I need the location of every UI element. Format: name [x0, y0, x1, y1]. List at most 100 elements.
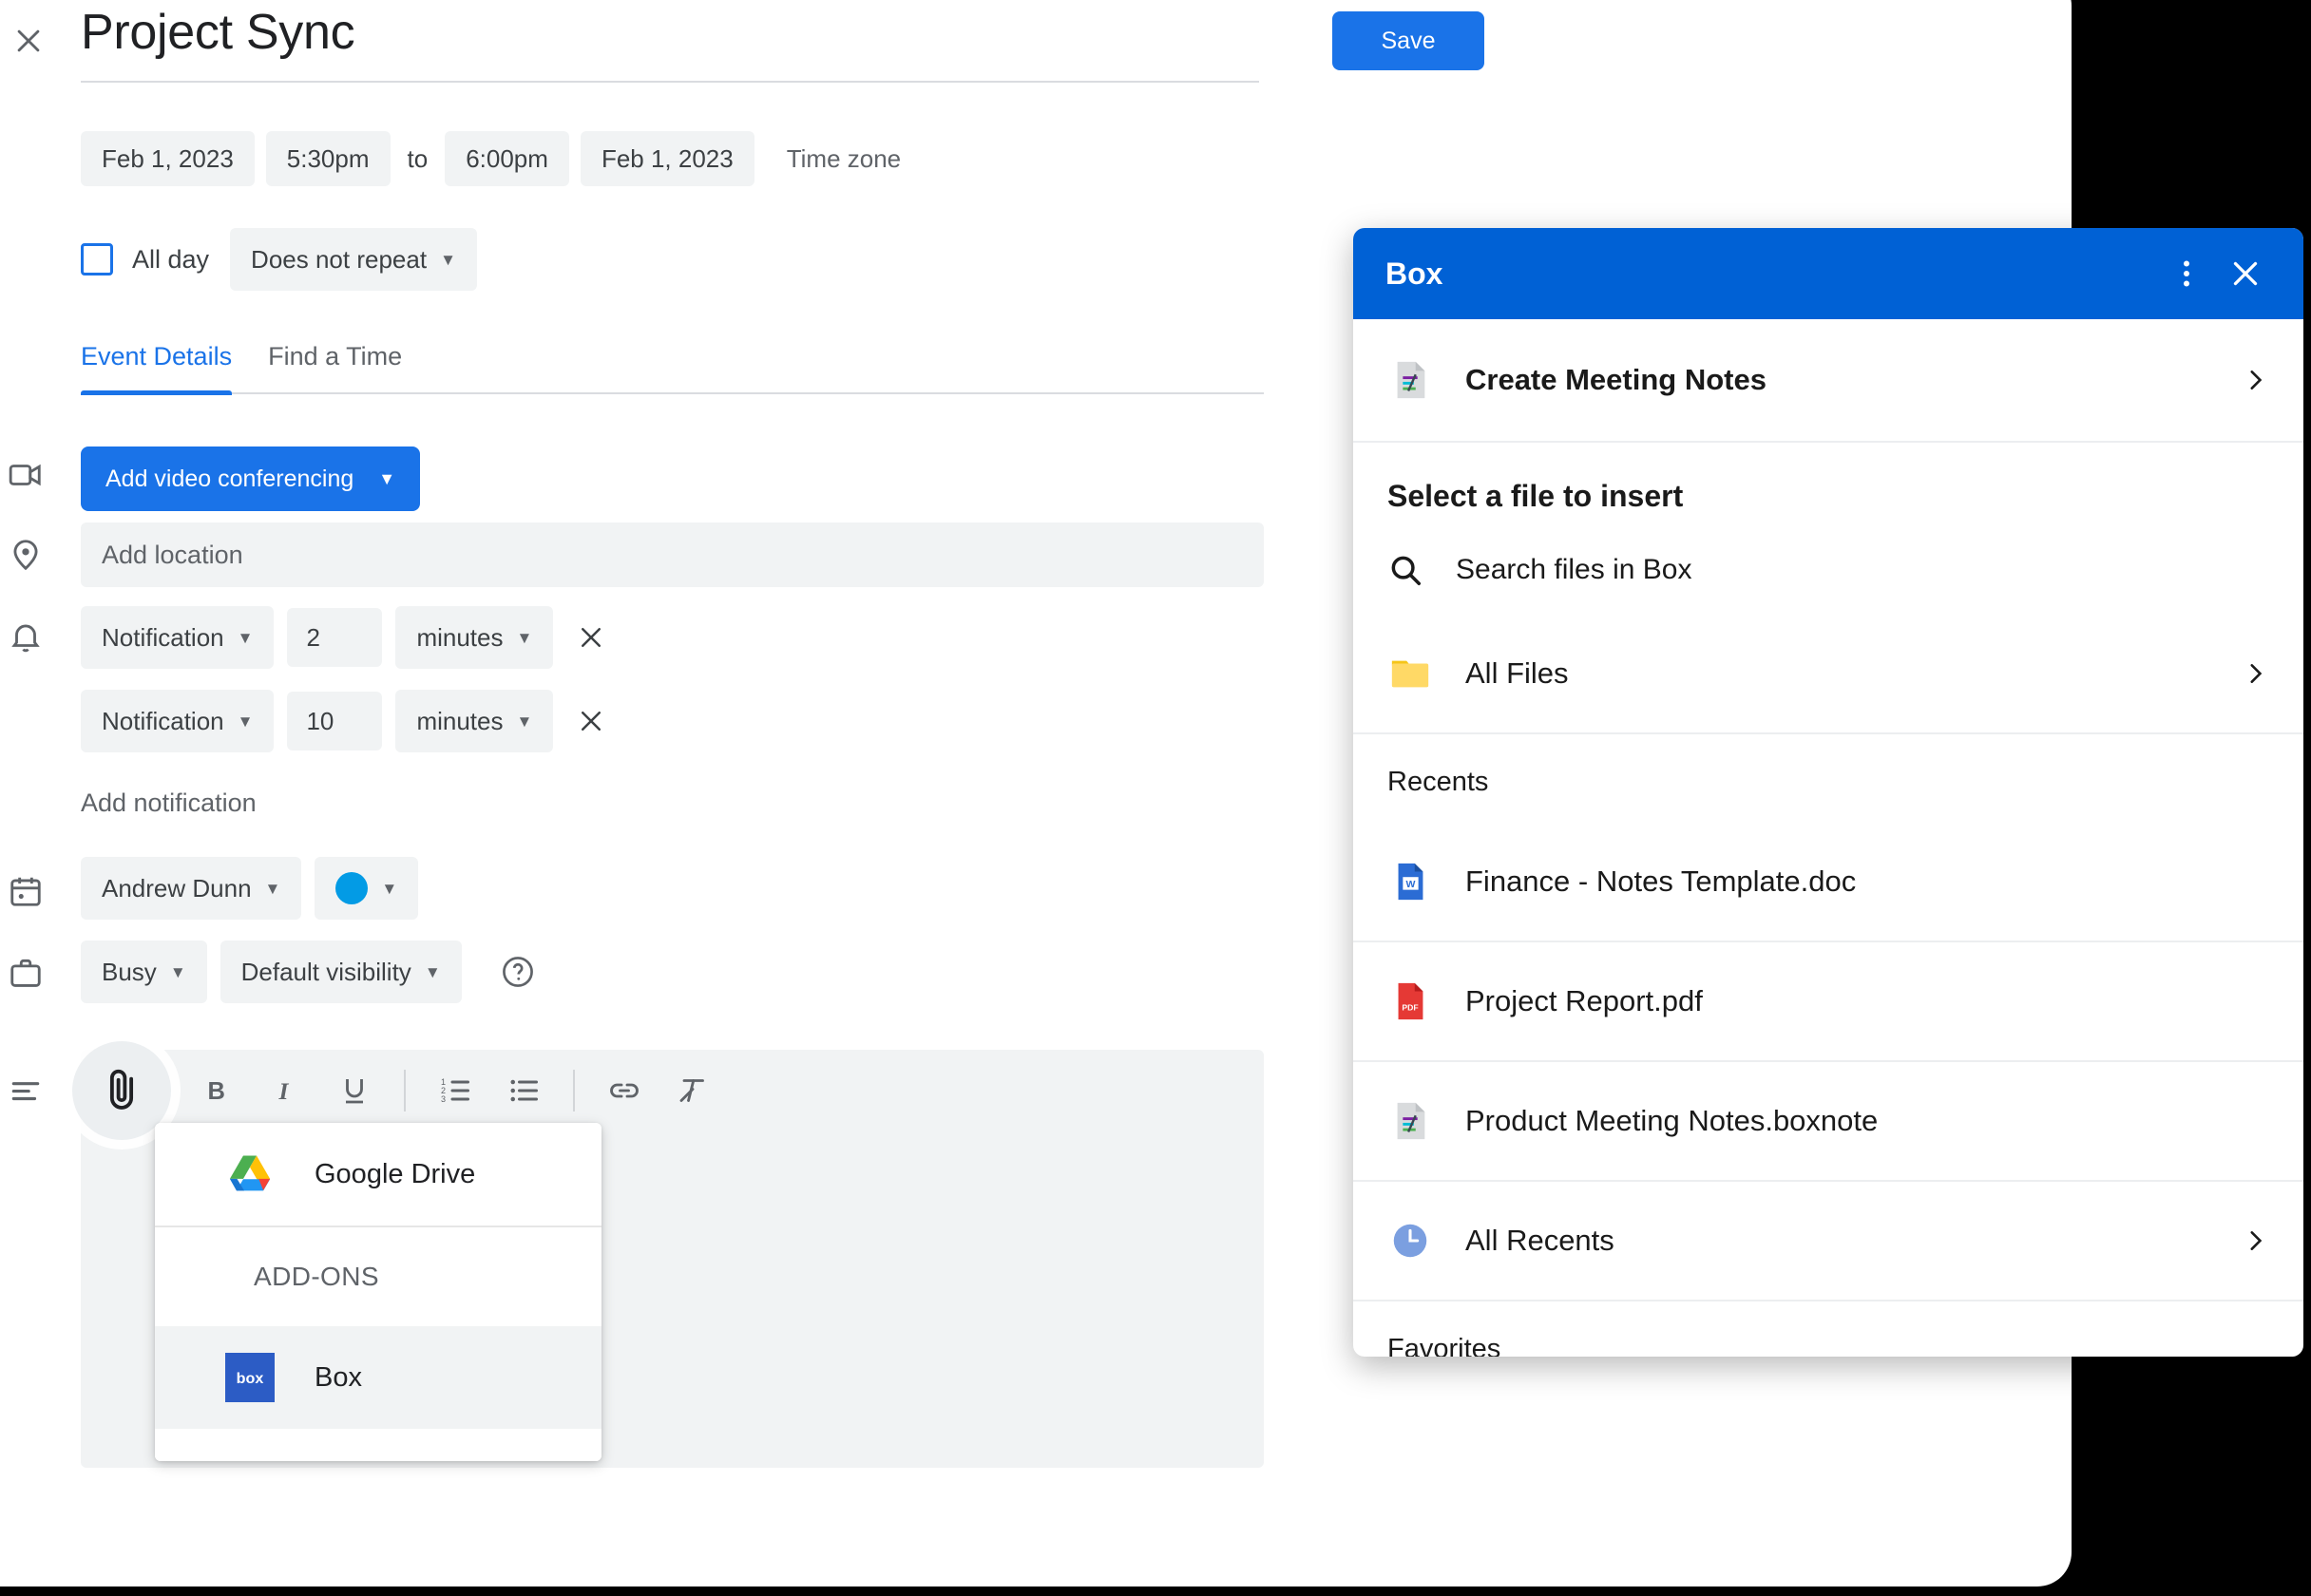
close-icon[interactable] — [2216, 244, 2275, 303]
busy-dropdown[interactable]: Busy ▼ — [81, 940, 207, 1003]
calendar-icon — [5, 870, 47, 912]
add-video-conferencing-button[interactable]: Add video conferencing ▼ — [81, 446, 420, 511]
notification-amount-input-1[interactable] — [287, 608, 382, 667]
recent-file-row-3[interactable]: Product Meeting Notes.boxnote — [1353, 1062, 2303, 1182]
event-color-swatch — [335, 872, 368, 904]
all-recents-row[interactable]: All Recents — [1353, 1182, 2303, 1302]
all-day-label: All day — [132, 245, 209, 275]
end-time-chip[interactable]: 6:00pm — [445, 131, 569, 186]
select-file-heading: Select a file to insert — [1353, 443, 2303, 542]
chevron-right-icon — [2241, 1225, 2269, 1257]
chevron-right-icon — [2241, 364, 2269, 396]
menu-item-google-drive[interactable]: Google Drive — [155, 1123, 602, 1226]
favorites-heading: Favorites — [1353, 1302, 2303, 1357]
video-conferencing-row: Add video conferencing ▼ — [81, 446, 420, 511]
clock-icon — [1387, 1218, 1433, 1264]
notification-type-1: Notification — [102, 623, 224, 653]
notification-unit-dropdown-2[interactable]: minutes ▼ — [395, 690, 553, 752]
save-button[interactable]: Save — [1332, 11, 1484, 70]
description-lines-icon — [5, 1069, 47, 1111]
search-files-label: Search files in Box — [1456, 554, 1691, 586]
chevron-down-icon: ▼ — [517, 713, 533, 730]
allday-row: All day Does not repeat ▼ — [81, 228, 477, 291]
close-icon[interactable] — [5, 17, 52, 65]
video-camera-icon — [5, 454, 47, 496]
boxnote-icon — [1387, 357, 1433, 403]
remove-formatting-button[interactable] — [659, 1056, 727, 1125]
tab-find-a-time[interactable]: Find a Time — [268, 342, 402, 392]
notification-unit-1: minutes — [416, 623, 503, 653]
screenshot-stage: Project Sync Save Feb 1, 2023 5:30pm to … — [0, 0, 2311, 1596]
recent-file-name: Project Report.pdf — [1465, 984, 2269, 1018]
menu-item-box[interactable]: box Box — [155, 1326, 602, 1429]
box-panel-header: Box — [1353, 228, 2303, 319]
create-meeting-notes-row[interactable]: Create Meeting Notes — [1353, 319, 2303, 443]
remove-notification-button-2[interactable] — [566, 696, 616, 746]
chevron-down-icon: ▼ — [378, 470, 395, 487]
search-icon — [1387, 552, 1423, 588]
all-files-row[interactable]: All Files — [1353, 615, 2303, 734]
svg-text:PDF: PDF — [1402, 1003, 1418, 1013]
notification-type-2: Notification — [102, 707, 224, 736]
numbered-list-button[interactable]: 1 2 3 — [421, 1056, 489, 1125]
more-vertical-icon[interactable] — [2157, 244, 2216, 303]
calendar-owner-dropdown[interactable]: Andrew Dunn ▼ — [81, 857, 301, 920]
chevron-down-icon: ▼ — [440, 252, 456, 268]
create-meeting-notes-label: Create Meeting Notes — [1465, 363, 2241, 397]
event-color-dropdown[interactable]: ▼ — [315, 857, 418, 920]
bold-button[interactable]: B — [183, 1056, 252, 1125]
all-day-checkbox[interactable] — [81, 243, 113, 276]
recent-file-row-1[interactable]: W Finance - Notes Template.doc — [1353, 823, 2303, 942]
event-title-field[interactable]: Project Sync — [81, 2, 1259, 83]
visibility-dropdown[interactable]: Default visibility ▼ — [220, 940, 462, 1003]
insert-link-button[interactable] — [590, 1056, 659, 1125]
to-label: to — [402, 144, 434, 174]
chevron-down-icon: ▼ — [517, 630, 533, 646]
svg-text:B: B — [208, 1078, 225, 1105]
start-date-chip[interactable]: Feb 1, 2023 — [81, 131, 255, 186]
visibility-label: Default visibility — [241, 958, 411, 987]
tab-event-details[interactable]: Event Details — [81, 342, 232, 392]
end-date-chip[interactable]: Feb 1, 2023 — [581, 131, 754, 186]
underline-button[interactable] — [320, 1056, 389, 1125]
location-pin-icon — [5, 534, 47, 576]
bulleted-list-button[interactable] — [489, 1056, 558, 1125]
boxnote-icon — [1387, 1098, 1433, 1144]
page-title[interactable]: Project Sync — [81, 2, 1259, 83]
start-time-chip[interactable]: 5:30pm — [266, 131, 391, 186]
all-files-label: All Files — [1465, 656, 2241, 691]
location-input[interactable] — [81, 522, 1264, 587]
box-logo-icon: box — [225, 1353, 275, 1402]
notification-unit-2: minutes — [416, 707, 503, 736]
video-button-label: Add video conferencing — [105, 466, 353, 493]
chevron-down-icon: ▼ — [238, 630, 254, 646]
calendar-row: Andrew Dunn ▼ ▼ — [81, 857, 418, 920]
time-zone-button[interactable]: Time zone — [766, 144, 901, 174]
help-icon[interactable] — [496, 950, 540, 994]
tab-bar: Event Details Find a Time — [81, 342, 1264, 394]
search-files-row[interactable]: Search files in Box — [1353, 542, 2303, 615]
svg-text:3: 3 — [441, 1094, 446, 1104]
bell-icon — [5, 616, 47, 657]
notification-type-dropdown-2[interactable]: Notification ▼ — [81, 690, 274, 752]
recents-heading: Recents — [1353, 734, 2303, 823]
menu-bottom-pad — [155, 1429, 602, 1461]
notification-unit-dropdown-1[interactable]: minutes ▼ — [395, 606, 553, 669]
remove-notification-button-1[interactable] — [566, 613, 616, 662]
folder-icon — [1387, 651, 1433, 696]
word-doc-icon: W — [1387, 859, 1433, 904]
repeat-dropdown[interactable]: Does not repeat ▼ — [230, 228, 477, 291]
toolbar-divider — [573, 1070, 575, 1112]
add-notification-button[interactable]: Add notification — [81, 788, 257, 818]
availability-row: Busy ▼ Default visibility ▼ — [81, 940, 540, 1003]
pdf-icon: PDF — [1387, 978, 1433, 1024]
menu-item-label: Box — [315, 1362, 362, 1394]
notification-amount-input-2[interactable] — [287, 692, 382, 750]
notification-type-dropdown-1[interactable]: Notification ▼ — [81, 606, 274, 669]
svg-text:W: W — [1406, 879, 1416, 890]
italic-button[interactable]: I — [252, 1056, 320, 1125]
recent-file-row-2[interactable]: PDF Project Report.pdf — [1353, 942, 2303, 1062]
chevron-down-icon: ▼ — [238, 713, 254, 730]
datetime-row: Feb 1, 2023 5:30pm to 6:00pm Feb 1, 2023… — [81, 131, 901, 186]
notification-row-2: Notification ▼ minutes ▼ — [81, 690, 616, 752]
